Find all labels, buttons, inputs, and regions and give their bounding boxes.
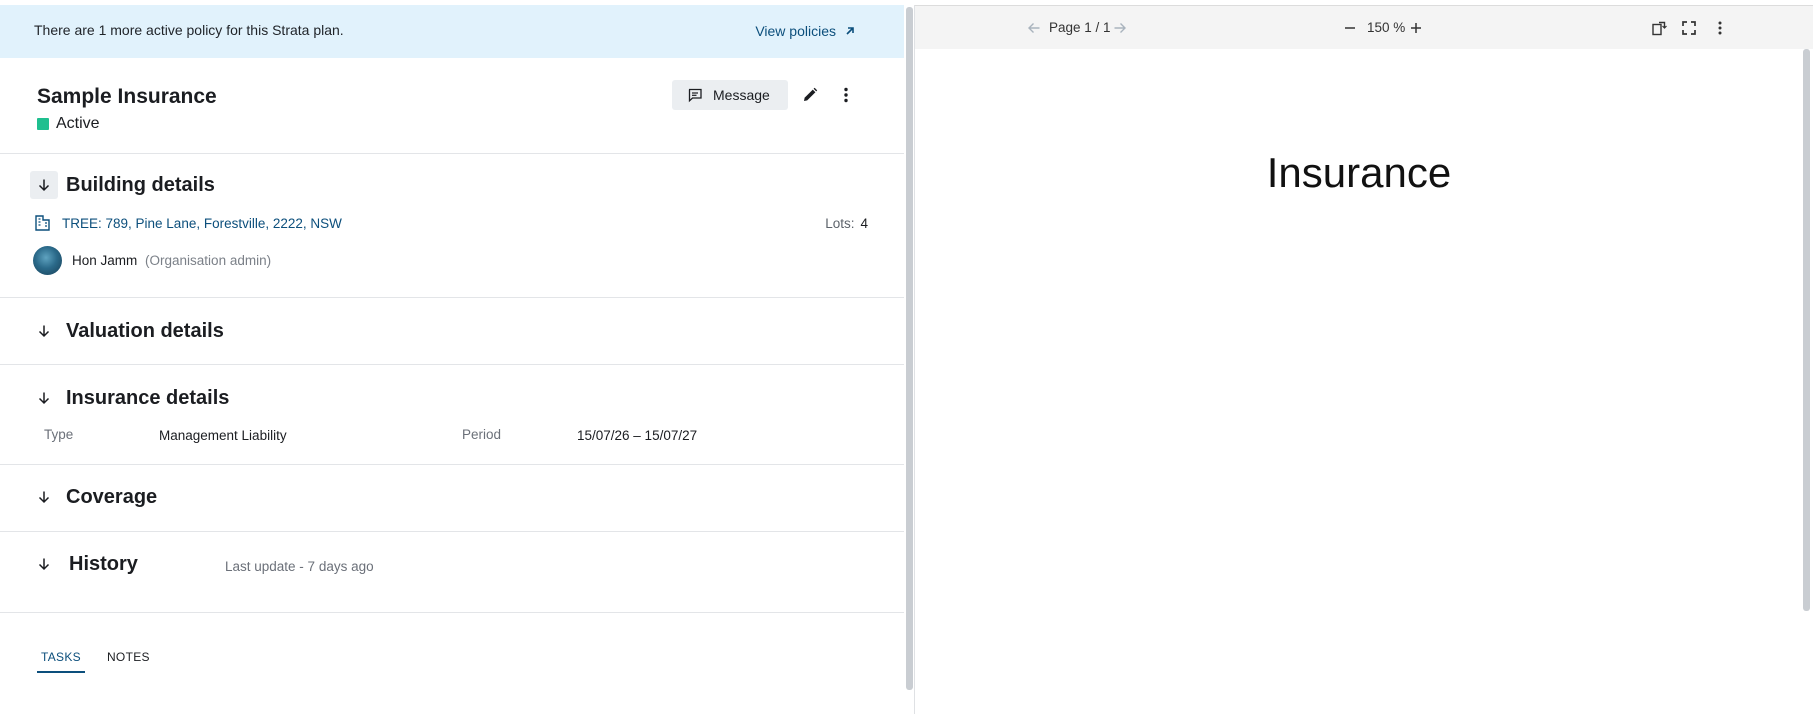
zoom-level: 150 % (1367, 20, 1406, 35)
rotate-page-icon[interactable] (1651, 20, 1667, 36)
pdf-toolbar: Page 1 / 1 150 % (915, 5, 1813, 49)
status-badge: Active (37, 115, 100, 133)
history-title: History (69, 553, 138, 575)
avatar[interactable] (33, 246, 62, 275)
pdf-viewer: Page 1 / 1 150 % Insurance (914, 5, 1813, 714)
panel-scrollbar[interactable] (906, 7, 913, 690)
arrow-down-icon (38, 325, 50, 338)
building-address-link[interactable]: TREE: 789, Pine Lane, Forestville, 2222,… (34, 214, 342, 232)
arrow-down-icon (38, 392, 50, 405)
minus-icon[interactable] (1343, 21, 1357, 35)
page-title: Sample Insurance (37, 85, 217, 108)
plus-icon[interactable] (1409, 21, 1423, 35)
status-label: Active (56, 115, 100, 132)
lots-label: Lots: (825, 216, 855, 231)
building-icon (35, 215, 50, 231)
insurance-details-title: Insurance details (66, 387, 230, 409)
admin-role: (Organisation admin) (145, 253, 272, 268)
message-button[interactable]: Message (672, 80, 788, 110)
arrow-down-icon (38, 179, 50, 192)
building-address: TREE: 789, Pine Lane, Forestville, 2222,… (62, 215, 342, 231)
policy-panel: There are 1 more active policy for this … (0, 5, 904, 714)
tab-bar: TASKS NOTES (37, 650, 154, 673)
insurance-details-section: Insurance details Type Management Liabil… (0, 365, 904, 465)
message-label: Message (713, 87, 770, 103)
coverage-toggle[interactable] (30, 483, 58, 511)
info-banner: There are 1 more active policy for this … (0, 5, 904, 58)
pencil-icon[interactable] (800, 85, 820, 105)
coverage-title: Coverage (66, 486, 158, 508)
arrow-up-right-icon (846, 27, 854, 35)
page-indicator: Page 1 / 1 (1049, 20, 1111, 35)
policy-header: Sample Insurance Active Message (0, 58, 904, 154)
valuation-details-section: Valuation details (0, 298, 904, 365)
type-value: Management Liability (159, 428, 287, 443)
valuation-details-title: Valuation details (66, 320, 224, 342)
admin-name: Hon Jamm (72, 253, 138, 268)
period-label: Period (462, 427, 502, 442)
lots-value: 4 (860, 216, 868, 231)
organisation-admin: Hon Jamm (Organisation admin) (33, 246, 271, 275)
last-update-text: Last update - 7 days ago (225, 559, 374, 574)
chat-icon (688, 88, 702, 103)
building-details-toggle[interactable] (30, 171, 58, 199)
arrow-left-icon[interactable] (1027, 21, 1041, 35)
more-vertical-icon[interactable] (1712, 20, 1728, 36)
pdf-scrollbar[interactable] (1803, 49, 1810, 611)
building-details-title: Building details (66, 174, 215, 196)
more-vertical-icon[interactable] (836, 85, 856, 105)
lots-count: Lots: 4 (825, 216, 868, 231)
history-section: History Last update - 7 days ago (0, 532, 904, 613)
arrow-down-icon (38, 558, 50, 571)
arrow-down-icon (38, 491, 50, 504)
view-policies-label: View policies (755, 23, 836, 39)
pdf-page: Insurance (915, 49, 1803, 714)
period-value: 15/07/26 – 15/07/27 (577, 428, 698, 443)
valuation-details-toggle[interactable] (30, 317, 58, 345)
tab-notes[interactable]: NOTES (103, 650, 154, 673)
coverage-section: Coverage (0, 465, 904, 532)
banner-text: There are 1 more active policy for this … (34, 22, 344, 38)
status-indicator (37, 118, 49, 130)
arrow-right-icon[interactable] (1113, 21, 1127, 35)
fullscreen-icon[interactable] (1681, 20, 1697, 36)
document-heading: Insurance (1266, 149, 1452, 196)
view-policies-link[interactable]: View policies (755, 23, 856, 39)
type-label: Type (44, 427, 74, 442)
tab-tasks[interactable]: TASKS (37, 650, 85, 673)
building-details-section: Building details TREE: 789, Pine Lane, F… (0, 154, 904, 298)
insurance-details-toggle[interactable] (30, 384, 58, 412)
history-toggle[interactable] (30, 550, 58, 578)
